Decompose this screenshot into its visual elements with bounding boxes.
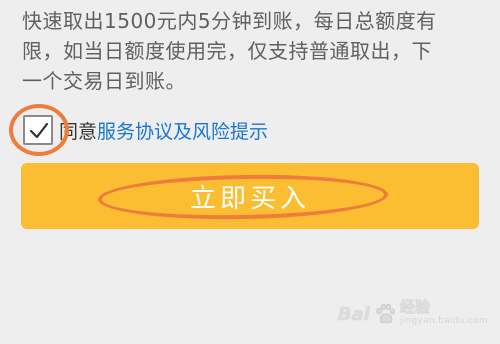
buy-now-label: 立即买入: [189, 183, 310, 214]
notice-line-1: 快速取出1500元内5分钟到账，每日总额度有: [22, 9, 437, 33]
baidu-jingyan-watermark: Bai 经验 jingyan.baidu.com: [338, 300, 488, 328]
agreement-label: 同意服务协议及风险提示: [59, 117, 268, 144]
paw-icon: [376, 303, 395, 324]
notice-line-2: 限，如当日额度使用完，仅支持普通取出，下: [22, 39, 432, 63]
watermark-url: jingyan.baidu.com: [399, 316, 488, 326]
agreement-prefix: 同意: [59, 120, 98, 143]
watermark-text-block: 经验 jingyan.baidu.com: [400, 300, 488, 328]
transfer-notice: 快速取出1500元内5分钟到账，每日总额度有 限，如当日额度使用完，仅支持普通取…: [22, 6, 482, 96]
watermark-suffix: 经验: [399, 298, 430, 316]
notice-line-3: 一个交易日到账。: [22, 69, 186, 93]
buy-now-button[interactable]: 立即买入: [21, 163, 479, 229]
service-agreement-link[interactable]: 服务协议及风险提示: [97, 121, 268, 143]
watermark-logo-text: Bai: [337, 303, 370, 325]
agreement-row: 同意服务协议及风险提示: [18, 108, 268, 152]
agreement-checkbox[interactable]: [23, 115, 53, 145]
checkmark-icon: [29, 122, 49, 139]
